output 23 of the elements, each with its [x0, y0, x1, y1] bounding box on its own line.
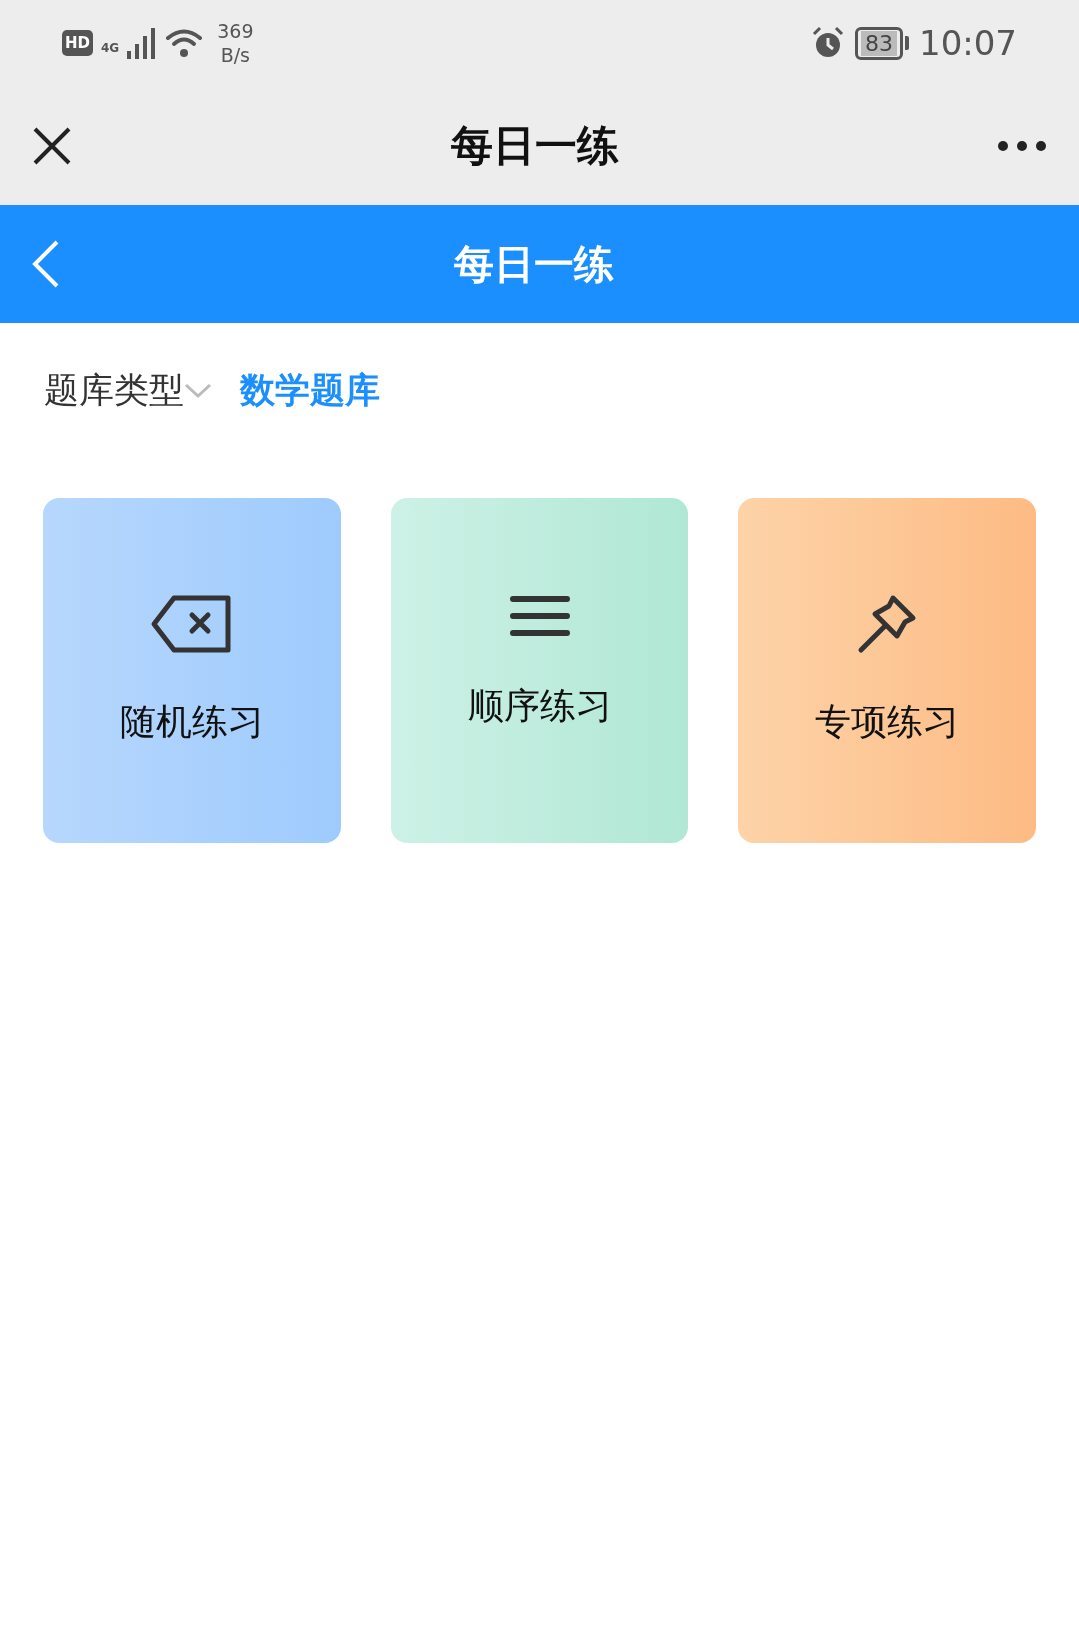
battery-level: 83: [861, 30, 897, 56]
alarm-icon: [811, 26, 845, 60]
page-title: 每日一练: [452, 239, 615, 289]
card-label: 专项练习: [815, 700, 960, 744]
pushpin-icon: [857, 594, 918, 654]
signal-icon: [127, 27, 158, 59]
filter-label[interactable]: 题库类型: [44, 367, 184, 414]
speed-unit: B/s: [220, 43, 250, 67]
card-label: 随机练习: [119, 700, 264, 744]
close-icon[interactable]: [32, 125, 72, 166]
back-icon[interactable]: [32, 240, 60, 288]
card-label: 顺序练习: [467, 684, 612, 728]
clock: 10:07: [919, 23, 1017, 63]
backspace-icon: [149, 594, 234, 654]
speed-value: 369: [217, 19, 254, 43]
practice-card[interactable]: 随机练习: [43, 498, 341, 843]
hd-indicator: HD: [62, 30, 93, 56]
practice-card[interactable]: 专项练习: [738, 498, 1036, 843]
menu-icon: [508, 594, 571, 638]
window-title: 每日一练: [449, 119, 620, 172]
more-icon[interactable]: [997, 139, 1047, 152]
network-type: 4G: [101, 41, 120, 55]
practice-card[interactable]: 顺序练习: [390, 498, 689, 843]
